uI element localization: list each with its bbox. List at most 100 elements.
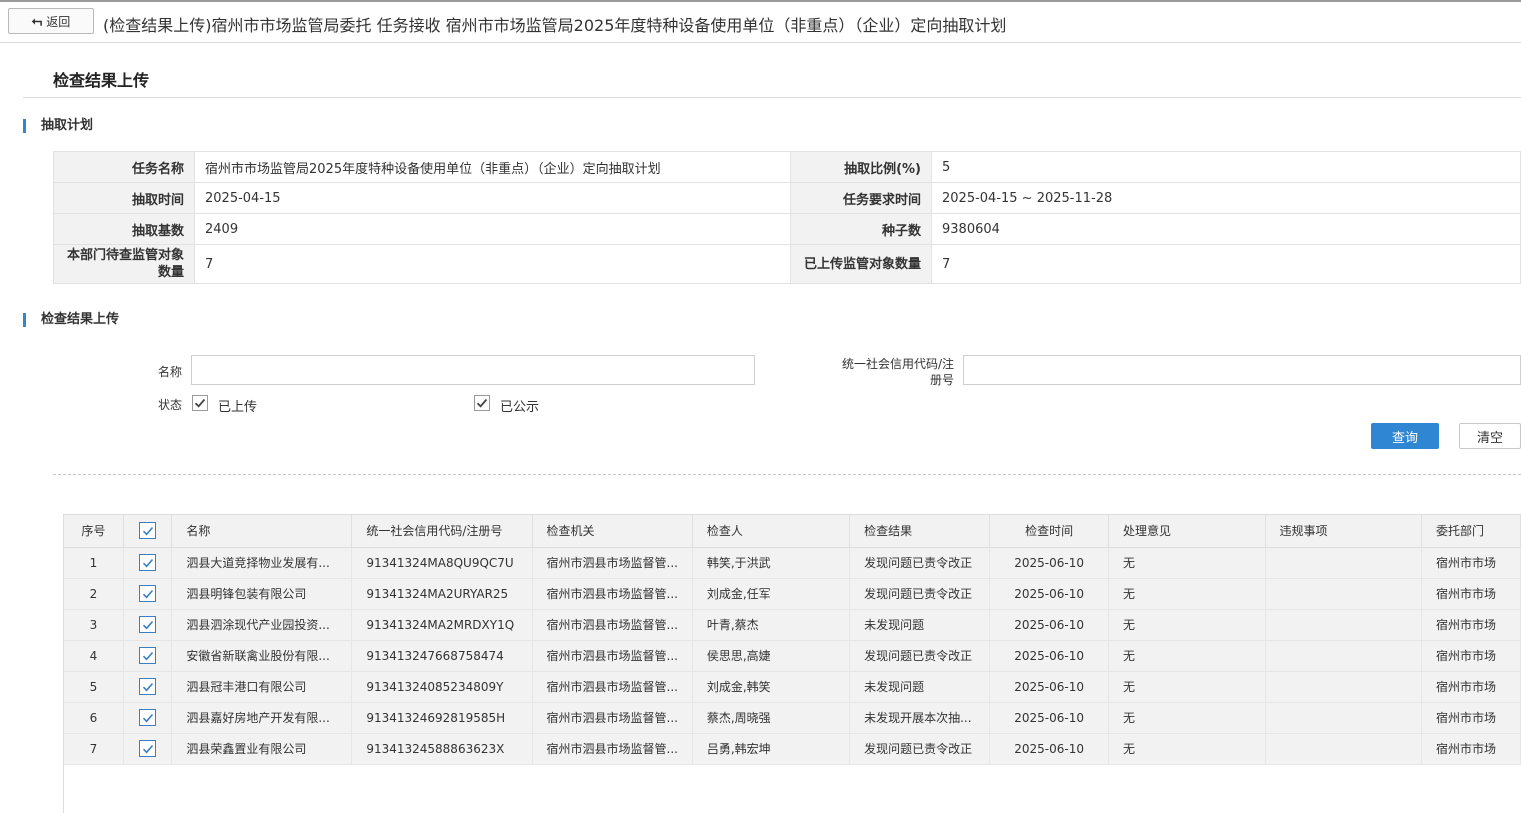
cell-select bbox=[123, 733, 173, 765]
cell-time: 2025-06-10 bbox=[989, 702, 1109, 734]
cell-time: 2025-06-10 bbox=[989, 733, 1109, 765]
seed-value: 9380604 bbox=[931, 213, 1521, 245]
uploaded-checkbox[interactable] bbox=[192, 395, 208, 411]
plan-table: 任务名称 宿州市市场监管局2025年度特种设备使用单位（非重点）（企业）定向抽取… bbox=[53, 151, 1521, 284]
result-grid: 序号 名称 统一社会信用代码/注册号 检查机关 检查人 检查结果 检查时间 处理… bbox=[63, 514, 1521, 813]
table-row[interactable]: 4 安徽省新联禽业股份有限... 913413247668758474 宿州市泗… bbox=[64, 640, 1521, 672]
ratio-value: 5 bbox=[931, 151, 1521, 183]
cell-index: 3 bbox=[64, 609, 124, 641]
name-input[interactable] bbox=[191, 355, 755, 385]
col-header-opinion[interactable]: 处理意见 bbox=[1108, 515, 1266, 548]
cell-code: 91341324MA2MRDXY1Q bbox=[351, 609, 533, 641]
published-checkbox[interactable] bbox=[474, 395, 490, 411]
cell-result: 未发现问题 bbox=[849, 609, 991, 641]
row-checkbox[interactable] bbox=[139, 709, 157, 726]
cell-result: 发现问题已责令改正 bbox=[849, 578, 991, 610]
cell-index: 5 bbox=[64, 671, 124, 703]
cell-name: 安徽省新联禽业股份有限... bbox=[171, 640, 353, 672]
credit-code-input[interactable] bbox=[963, 355, 1521, 385]
cell-name: 泗县荣鑫置业有限公司 bbox=[171, 733, 353, 765]
cell-code: 913413247668758474 bbox=[351, 640, 533, 672]
upload-section-title: 检查结果上传 bbox=[23, 313, 119, 327]
base-count-value: 2409 bbox=[194, 213, 791, 245]
table-row[interactable]: 6 泗县嘉好房地产开发有限... 91341324692819585H 宿州市泗… bbox=[64, 702, 1521, 734]
cell-name: 泗县泗涂现代产业园投资... bbox=[171, 609, 353, 641]
col-header-name[interactable]: 名称 bbox=[171, 515, 353, 548]
back-button[interactable]: ⮢ 返回 bbox=[8, 8, 94, 34]
cell-inspector: 刘成金,韩笑 bbox=[692, 671, 851, 703]
table-row[interactable]: 2 泗县明锋包装有限公司 91341324MA2URYAR25 宿州市泗县市场监… bbox=[64, 578, 1521, 610]
cell-opinion: 无 bbox=[1108, 733, 1266, 765]
cell-name: 泗县冠丰港口有限公司 bbox=[171, 671, 353, 703]
credit-code-label: 统一社会信用代码/注册号 bbox=[841, 357, 954, 387]
col-header-code[interactable]: 统一社会信用代码/注册号 bbox=[351, 515, 533, 548]
cell-result: 发现问题已责令改正 bbox=[849, 733, 991, 765]
cell-time: 2025-06-10 bbox=[989, 640, 1109, 672]
query-button[interactable]: 查询 bbox=[1371, 423, 1439, 449]
result-table: 序号 名称 统一社会信用代码/注册号 检查机关 检查人 检查结果 检查时间 处理… bbox=[64, 515, 1521, 765]
cell-opinion: 无 bbox=[1108, 640, 1266, 672]
row-checkbox[interactable] bbox=[139, 554, 157, 571]
cell-time: 2025-06-10 bbox=[989, 609, 1109, 641]
check-icon bbox=[476, 398, 488, 408]
plan-section-title: 抽取计划 bbox=[23, 119, 93, 133]
table-row[interactable]: 5 泗县冠丰港口有限公司 91341324085234809Y 宿州市泗县市场监… bbox=[64, 671, 1521, 703]
col-header-inspector[interactable]: 检查人 bbox=[692, 515, 851, 548]
cell-code: 91341324MA8QU9QC7U bbox=[351, 547, 533, 579]
cell-index: 6 bbox=[64, 702, 124, 734]
row-checkbox[interactable] bbox=[139, 647, 157, 664]
cell-opinion: 无 bbox=[1108, 702, 1266, 734]
select-all-checkbox[interactable] bbox=[139, 522, 157, 540]
cell-inspector: 刘成金,任军 bbox=[692, 578, 851, 610]
check-icon bbox=[142, 620, 153, 629]
cell-select bbox=[123, 702, 173, 734]
row-checkbox[interactable] bbox=[139, 740, 157, 757]
cell-org: 宿州市泗县市场监督管... bbox=[532, 547, 693, 579]
check-icon bbox=[194, 398, 206, 408]
section-heading: 检查结果上传 bbox=[53, 71, 150, 90]
task-name-label: 任务名称 bbox=[53, 151, 195, 183]
cell-violation bbox=[1265, 702, 1423, 734]
draw-time-label: 抽取时间 bbox=[53, 182, 195, 214]
col-header-result[interactable]: 检查结果 bbox=[849, 515, 991, 548]
col-header-violation[interactable]: 违规事项 bbox=[1265, 515, 1423, 548]
cell-violation bbox=[1265, 578, 1423, 610]
check-icon bbox=[142, 589, 153, 598]
table-row[interactable]: 7 泗县荣鑫置业有限公司 91341324588863623X 宿州市泗县市场监… bbox=[64, 733, 1521, 765]
cell-violation bbox=[1265, 671, 1423, 703]
cell-name: 泗县明锋包装有限公司 bbox=[171, 578, 353, 610]
ratio-label: 抽取比例(%) bbox=[790, 151, 932, 183]
uploaded-count-label: 已上传监管对象数量 bbox=[790, 244, 932, 284]
cell-index: 4 bbox=[64, 640, 124, 672]
cell-select bbox=[123, 547, 173, 579]
cell-opinion: 无 bbox=[1108, 671, 1266, 703]
cell-select bbox=[123, 578, 173, 610]
dashed-divider bbox=[53, 474, 1521, 475]
col-header-org[interactable]: 检查机关 bbox=[532, 515, 693, 548]
cell-dept: 宿州市市场 bbox=[1421, 578, 1521, 610]
cell-code: 91341324588863623X bbox=[351, 733, 533, 765]
table-row[interactable]: 3 泗县泗涂现代产业园投资... 91341324MA2MRDXY1Q 宿州市泗… bbox=[64, 609, 1521, 641]
cell-time: 2025-06-10 bbox=[989, 578, 1109, 610]
check-icon bbox=[142, 713, 153, 722]
cell-org: 宿州市泗县市场监督管... bbox=[532, 640, 693, 672]
cell-index: 2 bbox=[64, 578, 124, 610]
col-header-select-all bbox=[123, 515, 173, 548]
row-checkbox[interactable] bbox=[139, 585, 157, 602]
row-checkbox[interactable] bbox=[139, 616, 157, 633]
clear-button[interactable]: 清空 bbox=[1459, 423, 1521, 449]
cell-index: 1 bbox=[64, 547, 124, 579]
cell-code: 91341324692819585H bbox=[351, 702, 533, 734]
table-row[interactable]: 1 泗县大道竞择物业发展有... 91341324MA8QU9QC7U 宿州市泗… bbox=[64, 547, 1521, 579]
cell-select bbox=[123, 671, 173, 703]
row-checkbox[interactable] bbox=[139, 678, 157, 695]
col-header-time[interactable]: 检查时间 bbox=[989, 515, 1109, 548]
col-header-index: 序号 bbox=[64, 515, 124, 548]
cell-dept: 宿州市市场 bbox=[1421, 609, 1521, 641]
check-icon bbox=[142, 526, 153, 536]
cell-code: 91341324085234809Y bbox=[351, 671, 533, 703]
cell-org: 宿州市泗县市场监督管... bbox=[532, 671, 693, 703]
col-header-dept[interactable]: 委托部门 bbox=[1421, 515, 1521, 548]
cell-org: 宿州市泗县市场监督管... bbox=[532, 702, 693, 734]
base-count-label: 抽取基数 bbox=[53, 213, 195, 245]
